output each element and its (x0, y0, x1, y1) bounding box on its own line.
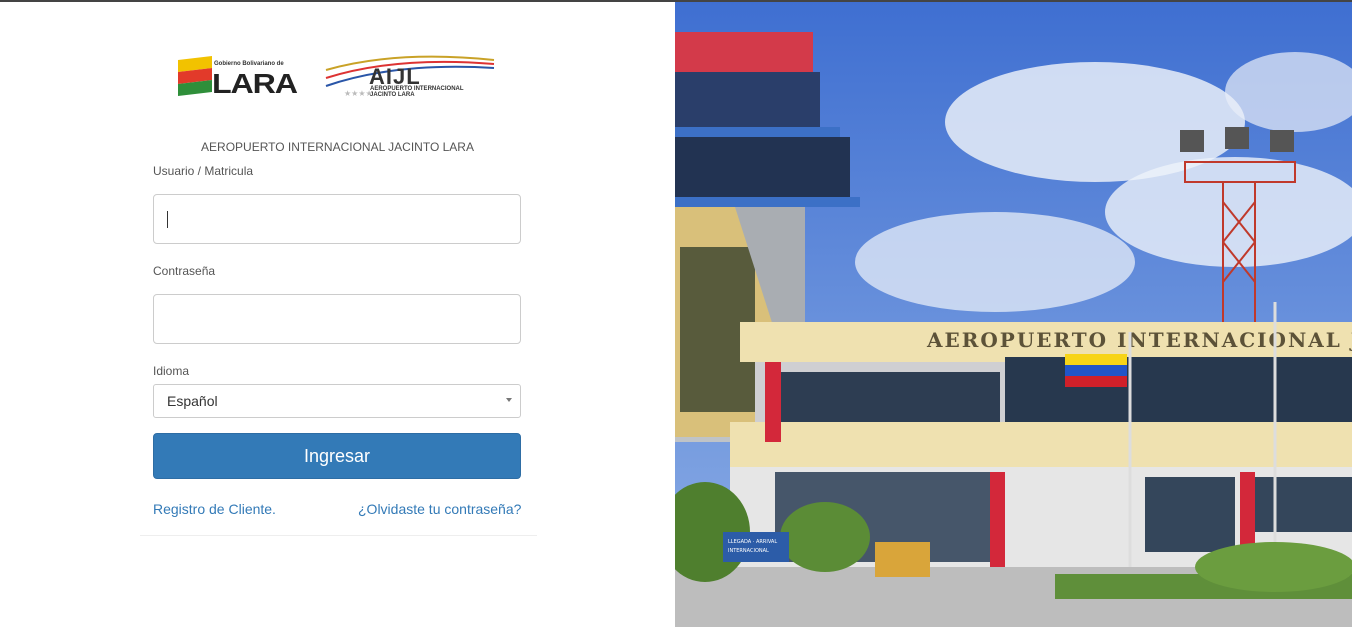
form-divider (140, 535, 537, 536)
forgot-password-link[interactable]: ¿Olvidaste tu contraseña? (358, 501, 521, 517)
username-label: Usuario / Matricula (153, 164, 254, 178)
logo-banner: ★★★★ Gobierno Bolivariano de LARA AIJL A… (176, 52, 496, 102)
svg-text:★★★★: ★★★★ (344, 89, 373, 98)
aijl-caption-line2: JACINTO LARA (370, 92, 415, 98)
language-label: Idioma (153, 364, 190, 378)
dropdown-arrow-icon (506, 398, 512, 402)
login-panel: ★★★★ Gobierno Bolivariano de LARA AIJL A… (0, 2, 675, 627)
lara-wordmark: LARA (212, 68, 298, 99)
text-caret (167, 211, 168, 228)
username-input[interactable] (153, 194, 521, 244)
page-title: AEROPUERTO INTERNACIONAL JACINTO LARA (201, 140, 474, 154)
login-button[interactable]: Ingresar (153, 433, 521, 479)
road-sign-line1: LLEGADA · ARRIVAL (728, 539, 777, 545)
terminal-sign-text: AEROPUERTO INTERNACIONAL J (926, 328, 1352, 352)
language-select[interactable]: Español (153, 384, 521, 418)
language-selected-value: Español (167, 393, 218, 409)
lara-government-caption: Gobierno Bolivariano de (214, 61, 284, 67)
password-input[interactable] (153, 294, 521, 344)
aijl-caption: AEROPUERTO INTERNACIONAL JACINTO LARA (370, 86, 464, 98)
register-link[interactable]: Registro de Cliente. (153, 501, 276, 517)
road-sign-line2: INTERNACIONAL (728, 548, 769, 554)
airport-photo: AEROPUERTO INTERNACIONAL J LLEGADA · ARR… (675, 2, 1352, 627)
password-label: Contraseña (153, 264, 216, 278)
